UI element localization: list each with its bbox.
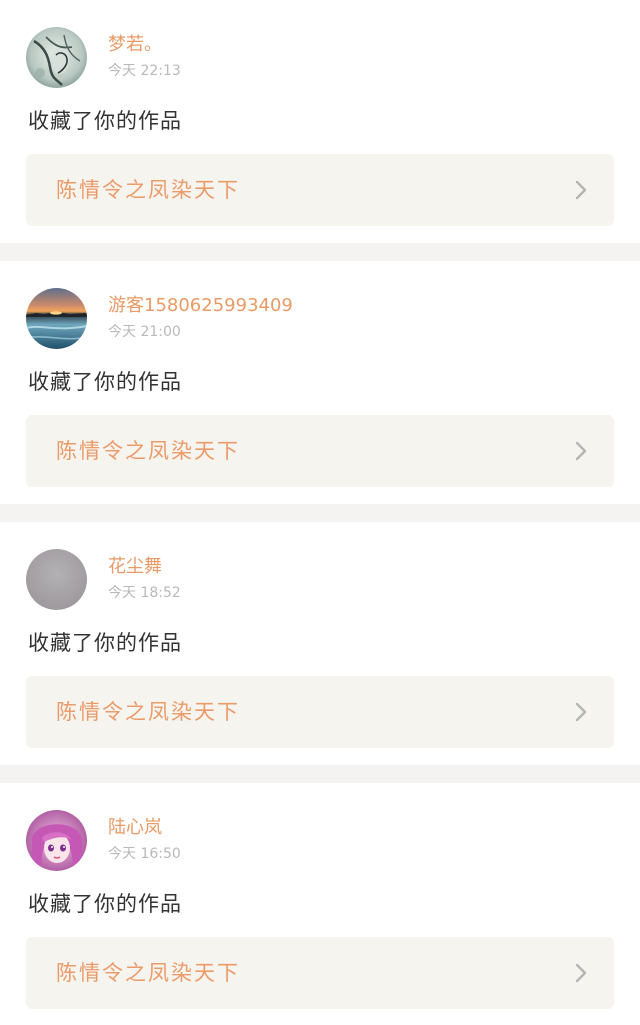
notification-card: 梦若。 今天 22:13 收藏了你的作品 陈情令之凤染天下 (0, 0, 640, 243)
chevron-right-icon (574, 441, 588, 461)
work-title: 陈情令之凤染天下 (56, 961, 240, 985)
username[interactable]: 花尘舞 (108, 556, 162, 578)
user-avatar[interactable] (26, 810, 87, 871)
user-avatar[interactable] (26, 288, 87, 349)
work-title: 陈情令之凤染天下 (56, 700, 240, 724)
anime-girl-avatar-icon (26, 810, 87, 871)
user-avatar[interactable] (26, 549, 87, 610)
username[interactable]: 梦若。 (108, 34, 162, 56)
work-link[interactable]: 陈情令之凤染天下 (26, 937, 614, 1009)
work-title: 陈情令之凤染天下 (56, 439, 240, 463)
notification-feed: 梦若。 今天 22:13 收藏了你的作品 陈情令之凤染天下 游客15806259… (0, 0, 640, 1025)
work-link[interactable]: 陈情令之凤染天下 (26, 676, 614, 748)
chevron-right-icon (574, 702, 588, 722)
chevron-right-icon (574, 180, 588, 200)
work-link[interactable]: 陈情令之凤染天下 (26, 415, 614, 487)
action-text: 收藏了你的作品 (28, 109, 182, 133)
username[interactable]: 陆心岚 (108, 817, 162, 839)
gray-placeholder-avatar-icon (26, 549, 87, 610)
timestamp: 今天 22:13 (108, 63, 181, 79)
work-link[interactable]: 陈情令之凤染天下 (26, 154, 614, 226)
user-avatar[interactable] (26, 27, 87, 88)
chevron-right-icon (574, 963, 588, 983)
action-text: 收藏了你的作品 (28, 892, 182, 916)
timestamp: 今天 18:52 (108, 585, 181, 601)
action-text: 收藏了你的作品 (28, 370, 182, 394)
timestamp: 今天 16:50 (108, 846, 181, 862)
ink-painting-avatar-icon (26, 27, 87, 88)
sunset-landscape-avatar-icon (26, 288, 87, 349)
action-text: 收藏了你的作品 (28, 631, 182, 655)
username[interactable]: 游客1580625993409 (108, 295, 293, 317)
notification-card: 游客1580625993409 今天 21:00 收藏了你的作品 陈情令之凤染天… (0, 261, 640, 504)
notification-card: 陆心岚 今天 16:50 收藏了你的作品 陈情令之凤染天下 (0, 783, 640, 1025)
notification-card: 花尘舞 今天 18:52 收藏了你的作品 陈情令之凤染天下 (0, 522, 640, 765)
timestamp: 今天 21:00 (108, 324, 181, 340)
work-title: 陈情令之凤染天下 (56, 178, 240, 202)
